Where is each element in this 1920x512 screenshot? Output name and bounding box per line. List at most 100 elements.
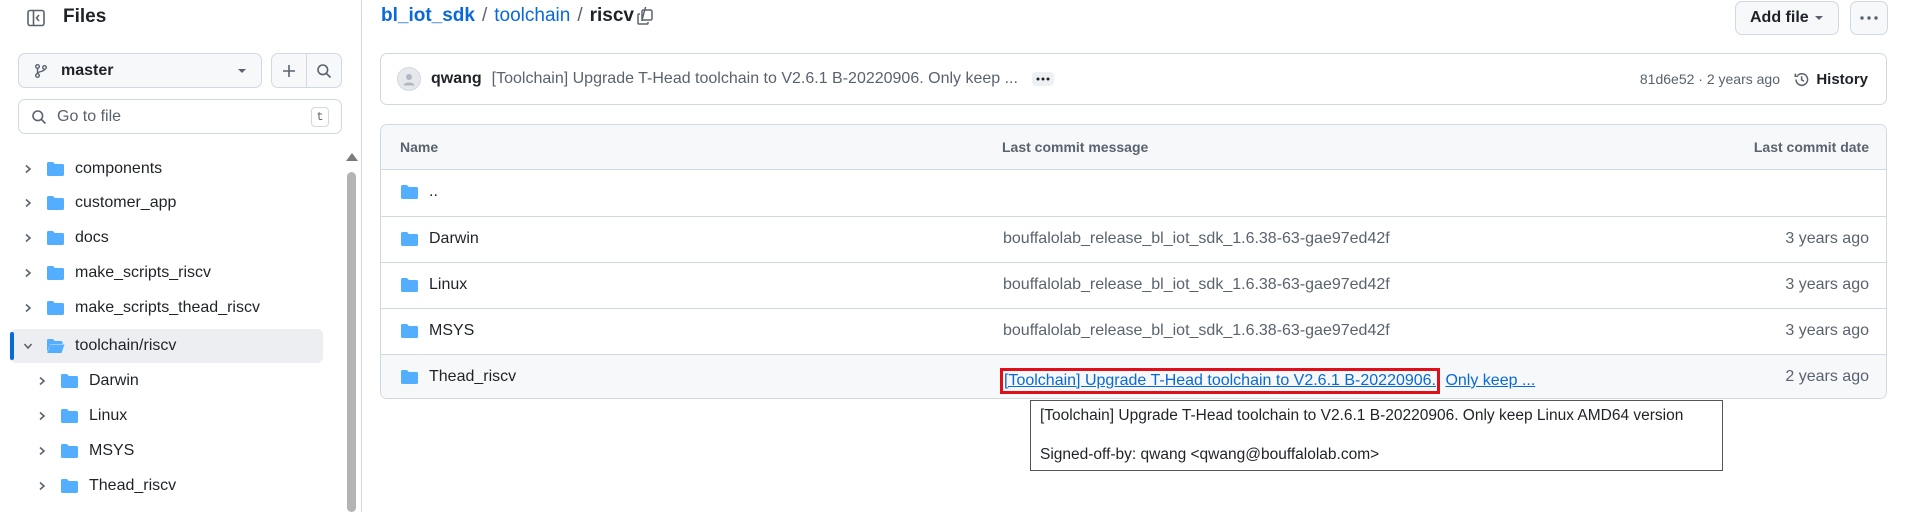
tooltip-line: Signed-off-by: qwang <qwang@bouffalolab.… (1040, 446, 1380, 463)
add-file-label: Add file (1750, 9, 1809, 26)
history-clock-icon (1793, 71, 1810, 88)
column-header-name: Name (400, 139, 439, 155)
latest-commit-bar: qwang [Toolchain] Upgrade T-Head toolcha… (380, 53, 1887, 105)
sidebar-item-label: Darwin (89, 372, 139, 389)
chevron-right-icon[interactable] (20, 265, 36, 281)
more-options-button[interactable] (1850, 1, 1888, 35)
column-header-date: Last commit date (1753, 139, 1869, 155)
sidebar-item-label: toolchain/riscv (75, 337, 177, 354)
sidebar-item-make-scripts-riscv[interactable]: make_scripts_riscv (10, 256, 323, 290)
sidebar-item-label: docs (75, 229, 109, 246)
chevron-right-icon[interactable] (34, 478, 50, 494)
commit-date: 3 years ago (1785, 276, 1869, 293)
chevron-right-icon[interactable] (34, 373, 50, 389)
file-actions-group (271, 53, 342, 88)
copy-path-button[interactable] (633, 5, 657, 29)
file-name-link[interactable]: Thead_riscv (429, 368, 516, 386)
sidebar-item-label: make_scripts_thead_riscv (75, 299, 260, 316)
parent-directory-row[interactable]: .. (381, 170, 1886, 216)
sidebar-item-label: customer_app (75, 194, 177, 211)
sidebar-item-make-scripts-thead-riscv[interactable]: make_scripts_thead_riscv (10, 291, 323, 325)
chevron-right-icon[interactable] (20, 195, 36, 211)
add-file-dropdown-button[interactable]: Add file (1735, 1, 1839, 35)
commit-message-link[interactable]: [Toolchain] Upgrade T-Head toolchain to … (492, 70, 1018, 88)
sidebar-item-darwin[interactable]: Darwin (10, 364, 323, 398)
sidebar-item-thead-riscv[interactable]: Thead_riscv (10, 469, 323, 503)
sidebar-item-msys[interactable]: MSYS (10, 434, 323, 468)
table-row[interactable]: MSYS bouffalolab_release_bl_iot_sdk_1.6.… (381, 308, 1886, 354)
git-branch-icon (33, 63, 49, 79)
commit-message-link[interactable]: [Toolchain] Upgrade T-Head toolchain to … (1004, 372, 1436, 389)
expand-commit-button[interactable] (1031, 72, 1054, 86)
go-to-file-placeholder: Go to file (57, 107, 122, 125)
file-name-link[interactable]: MSYS (429, 322, 474, 340)
history-button[interactable]: History (1793, 71, 1868, 88)
file-table: Name Last commit message Last commit dat… (380, 124, 1887, 399)
folder-icon (400, 323, 419, 339)
commit-message-link[interactable]: bouffalolab_release_bl_iot_sdk_1.6.38-63… (1003, 276, 1390, 294)
sidebar-item-label: make_scripts_riscv (75, 264, 212, 281)
folder-icon (46, 161, 65, 177)
table-row[interactable]: Linux bouffalolab_release_bl_iot_sdk_1.6… (381, 262, 1886, 308)
chevron-right-icon[interactable] (20, 161, 36, 177)
add-file-button[interactable] (272, 54, 306, 87)
sidebar-item-customer-app[interactable]: customer_app (10, 186, 323, 220)
folder-icon (400, 184, 419, 200)
go-to-file-input[interactable]: Go to file t (18, 99, 342, 134)
sidebar-item-label: MSYS (89, 442, 135, 459)
commit-message-tooltip: [Toolchain] Upgrade T-Head toolchain to … (1030, 400, 1723, 471)
chevron-down-icon[interactable] (20, 338, 36, 354)
active-item-indicator (10, 332, 14, 360)
parent-directory-link[interactable]: .. (429, 183, 438, 201)
breadcrumb-dir-link[interactable]: toolchain (494, 5, 570, 27)
commit-date: 3 years ago (1785, 322, 1869, 339)
folder-icon (400, 369, 419, 385)
branch-selector[interactable]: master (18, 53, 262, 88)
table-row[interactable]: Thead_riscv [Toolchain] Upgrade T-Head t… (381, 354, 1886, 398)
sidebar-collapse-button[interactable] (20, 4, 52, 32)
search-files-button[interactable] (306, 54, 341, 87)
folder-icon (60, 373, 79, 389)
chevron-right-icon[interactable] (34, 408, 50, 424)
folder-icon (46, 230, 65, 246)
commit-author-link[interactable]: qwang (431, 70, 482, 88)
sidebar-item-toolchain-riscv[interactable]: toolchain/riscv (10, 329, 323, 363)
chevron-right-icon[interactable] (20, 230, 36, 246)
sidebar-item-linux[interactable]: Linux (10, 399, 323, 433)
breadcrumb: bl_iot_sdk / toolchain / riscv / (381, 5, 646, 27)
shortcut-key: t (311, 106, 329, 127)
commit-message-more-link[interactable]: Only keep ... (1445, 372, 1535, 389)
folder-icon (60, 408, 79, 424)
breadcrumb-current: riscv (589, 5, 634, 26)
sidebar-item-label: components (75, 160, 163, 177)
folder-icon (60, 478, 79, 494)
history-label: History (1816, 70, 1868, 88)
commit-sha-time[interactable]: 81d6e52 · 2 years ago (1640, 71, 1780, 87)
table-row[interactable]: Darwin bouffalolab_release_bl_iot_sdk_1.… (381, 216, 1886, 262)
chevron-right-icon[interactable] (34, 443, 50, 459)
highlighted-commit-link-box: [Toolchain] Upgrade T-Head toolchain to … (1000, 368, 1440, 394)
folder-icon (46, 195, 65, 211)
file-name-link[interactable]: Darwin (429, 230, 479, 248)
copy-icon (636, 8, 654, 26)
avatar[interactable] (397, 67, 421, 91)
commit-message-cell: [Toolchain] Upgrade T-Head toolchain to … (1000, 368, 1535, 394)
file-name-link[interactable]: Linux (429, 276, 467, 294)
breadcrumb-repo-link[interactable]: bl_iot_sdk (381, 5, 475, 27)
sidebar-item-docs[interactable]: docs (10, 221, 323, 255)
folder-icon (60, 443, 79, 459)
sidebar-scroll-thumb[interactable] (347, 172, 356, 512)
commit-message-link[interactable]: bouffalolab_release_bl_iot_sdk_1.6.38-63… (1003, 322, 1390, 340)
sidebar-item-label: Linux (89, 407, 128, 424)
commit-date: 2 years ago (1785, 368, 1869, 385)
sidebar-item-components[interactable]: components (10, 152, 323, 186)
tooltip-line: [Toolchain] Upgrade T-Head toolchain to … (1040, 407, 1684, 424)
scroll-up-arrow-icon[interactable] (346, 153, 358, 161)
file-tree-sidebar: Files master Go to file t components cust… (0, 0, 362, 512)
chevron-right-icon[interactable] (20, 300, 36, 316)
breadcrumb-separator: / (481, 5, 488, 26)
caret-down-icon (1814, 15, 1824, 21)
plus-icon (281, 63, 297, 79)
commit-message-link[interactable]: bouffalolab_release_bl_iot_sdk_1.6.38-63… (1003, 230, 1390, 248)
sidebar-collapse-icon (26, 8, 46, 28)
